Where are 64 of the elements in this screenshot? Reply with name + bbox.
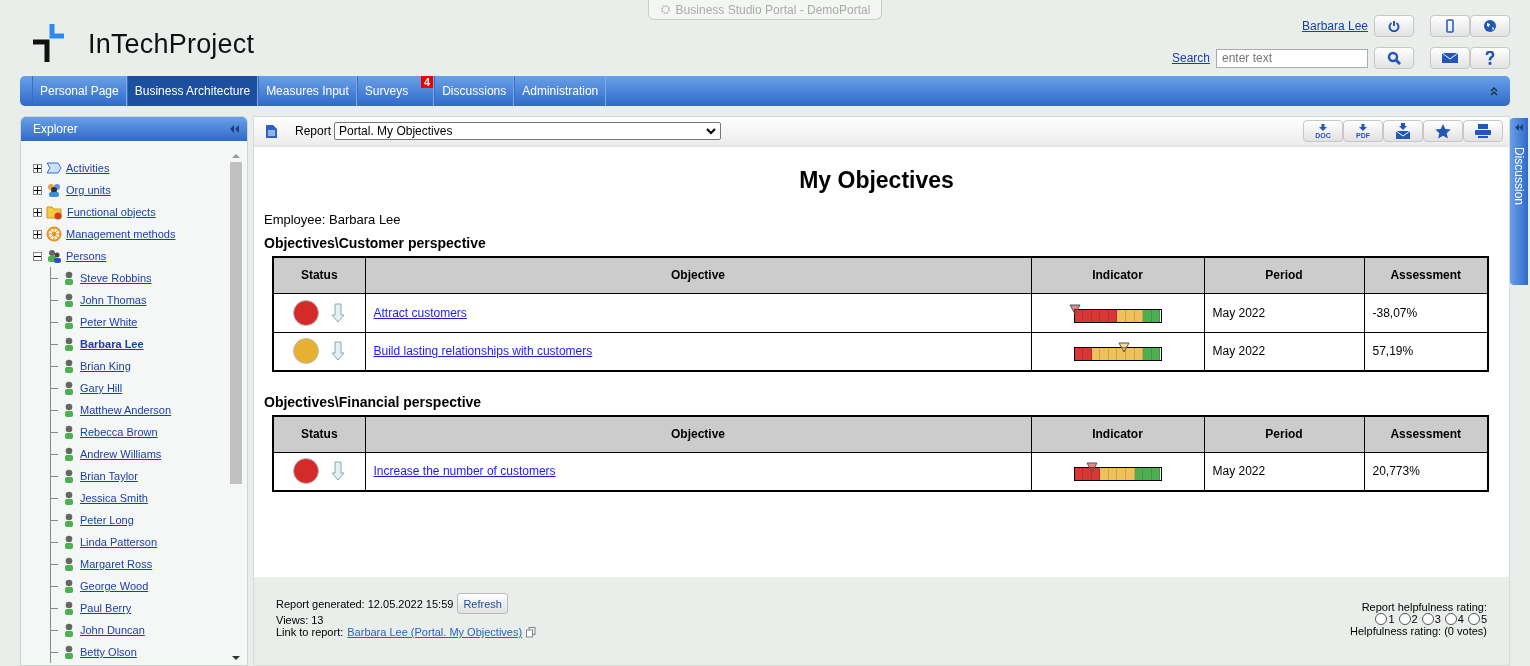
objective-link[interactable]: Attract customers: [373, 305, 467, 320]
tree-item-link[interactable]: Linda Patterson: [80, 536, 158, 548]
nav-tab[interactable]: Surveys 4: [356, 76, 435, 106]
tree-item-link[interactable]: Matthew Anderson: [80, 404, 172, 416]
objective-link[interactable]: Build lasting relationships with customers: [373, 344, 593, 359]
tree-item-link[interactable]: Margaret Ross: [80, 558, 153, 570]
notification-badge: 4: [421, 76, 434, 88]
column-header: Period: [1204, 257, 1364, 293]
column-header: Indicator: [1031, 416, 1204, 452]
tree-item-link[interactable]: Jessica Smith: [80, 492, 148, 504]
explorer-title: Explorer: [33, 122, 78, 136]
report-title: My Objectives: [798, 167, 955, 194]
tree-item-link[interactable]: Brian Taylor: [80, 470, 138, 482]
section-heading: Objectives\Customer perspective: [264, 235, 487, 251]
tree-item-link[interactable]: John Duncan: [80, 624, 145, 636]
tree-item-link[interactable]: Paul Berry: [80, 602, 132, 614]
column-header: Status: [273, 257, 365, 293]
tree-item-link[interactable]: Peter Long: [80, 514, 134, 526]
portal-title: Business Studio Portal - DemoPortal: [675, 2, 871, 17]
objective-link[interactable]: Increase the number of customers: [373, 464, 556, 479]
column-header: Objective: [365, 257, 1031, 293]
employee-label: Employee: Barbara Lee: [264, 212, 402, 227]
report-label: Report: [295, 124, 332, 138]
nav-tab[interactable]: Measures Input: [258, 76, 357, 106]
tree-item-link[interactable]: Brian King: [80, 360, 131, 372]
rating-summary: Helpfulness rating: (0 votes): [1350, 625, 1487, 637]
tree-item-link[interactable]: Org units: [66, 184, 111, 196]
tree-item-link[interactable]: Gary Hill: [80, 382, 123, 394]
tree-item-link[interactable]: Functional objects: [67, 206, 156, 218]
tree-item-link[interactable]: Rebecca Brown: [80, 426, 158, 438]
column-header: Period: [1204, 416, 1364, 452]
table-cell: May 2022: [1204, 293, 1364, 332]
views-count: Views: 13: [276, 614, 325, 626]
link-label: Link to report:: [276, 626, 344, 638]
column-header: Status: [273, 416, 365, 452]
column-header: Assessment: [1364, 416, 1488, 452]
tree-item-link[interactable]: Persons: [66, 250, 107, 262]
tree-item-link[interactable]: Management methods: [66, 228, 176, 240]
discussion-tab[interactable]: Discussion: [1510, 118, 1528, 285]
report-generated: Report generated: 12.05.2022 15:59: [276, 597, 454, 610]
report-select[interactable]: Portal. My Objectives: [334, 122, 722, 140]
refresh-button[interactable]: Refresh: [457, 593, 508, 614]
column-header: Indicator: [1031, 257, 1204, 293]
tree-item-link[interactable]: Steve Robbins: [80, 272, 152, 284]
report-link[interactable]: Barbara Lee (Portal. My Objectives): [347, 626, 523, 638]
search-field[interactable]: enter text: [1216, 48, 1368, 68]
tree-item-link[interactable]: Betty Olson: [80, 646, 137, 658]
nav-tab[interactable]: Business Architecture: [126, 76, 259, 106]
nav-tab[interactable]: Administration: [514, 76, 607, 106]
tree-item-link[interactable]: Barbara Lee: [80, 338, 144, 350]
rating-title: Report helpfulness rating:: [1361, 601, 1487, 613]
tree-item-link[interactable]: Peter White: [80, 316, 138, 328]
user-link[interactable]: Barbara Lee: [1301, 19, 1368, 33]
nav-tab[interactable]: Discussions: [434, 76, 515, 106]
tree-item-link[interactable]: George Wood: [80, 580, 149, 592]
tree-item-link[interactable]: Activities: [66, 162, 110, 174]
section-heading: Objectives\Financial perspective: [264, 394, 483, 410]
logo-text: InTechProject: [88, 28, 255, 60]
column-header: Assessment: [1364, 257, 1488, 293]
nav-tab[interactable]: Personal Page: [32, 76, 127, 106]
tree-item-link[interactable]: Andrew Williams: [80, 448, 162, 460]
tree-item-link[interactable]: John Thomas: [80, 294, 147, 306]
column-header: Objective: [365, 416, 1031, 452]
search-link[interactable]: Search: [1171, 51, 1210, 65]
